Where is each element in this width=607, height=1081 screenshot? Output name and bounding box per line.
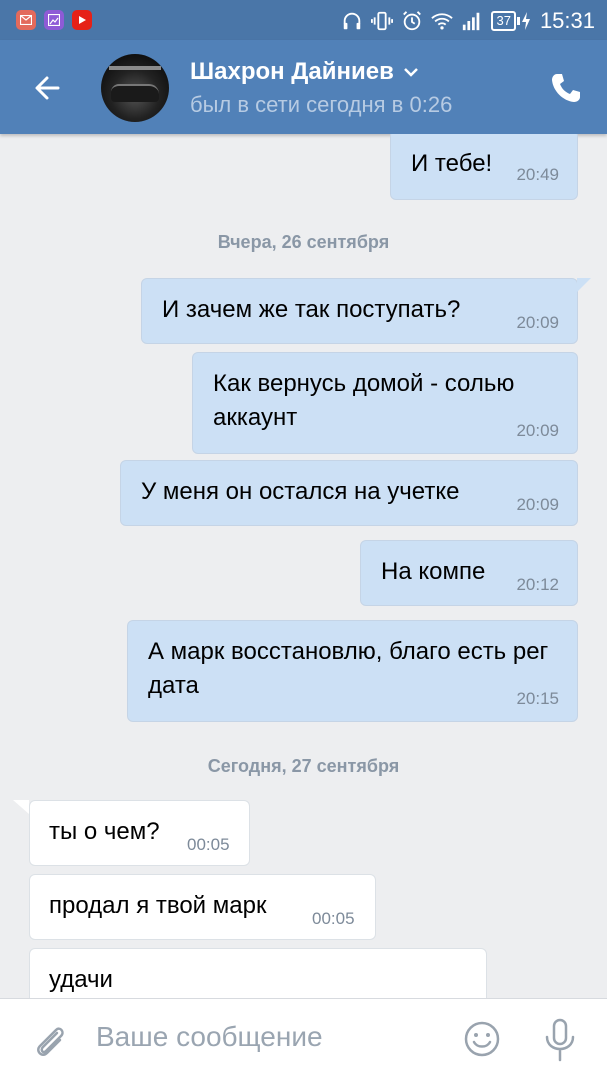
- chat-header: Шахрон Дайниев был в сети сегодня в 0:26: [0, 40, 607, 134]
- message-input[interactable]: Ваше сообщение: [96, 1021, 323, 1053]
- notification-icons: [16, 10, 92, 30]
- vibrate-icon: [371, 11, 394, 31]
- message-text: продал я твой марк: [49, 892, 267, 919]
- message-text: На компе: [381, 558, 486, 585]
- message-bubble-outgoing[interactable]: На компе 20:12: [360, 540, 578, 606]
- clock: 15:31: [539, 8, 595, 33]
- message-bubble-outgoing[interactable]: Как вернусь домой - солью аккаунт 20:09: [192, 352, 578, 454]
- last-seen-status: был в сети сегодня в 0:26: [190, 92, 453, 117]
- contact-name: Шахрон Дайниев: [190, 58, 394, 85]
- emoji-icon[interactable]: [462, 1019, 502, 1059]
- message-text: А марк восстановлю, благо есть рег дата: [148, 638, 549, 699]
- date-separator: Сегодня, 27 сентября: [207, 756, 400, 776]
- message-bubble-outgoing[interactable]: И тебе! 20:49: [390, 134, 578, 200]
- message-time: 00:05: [187, 835, 230, 854]
- message-time: 20:09: [516, 495, 559, 514]
- message-time: 20:49: [516, 165, 559, 184]
- gallery-icon: [44, 10, 64, 30]
- wifi-icon: [431, 13, 454, 30]
- alarm-icon: [403, 11, 422, 31]
- phone-icon[interactable]: [548, 70, 584, 106]
- message-bubble-incoming[interactable]: удачи: [29, 948, 487, 998]
- message-time: 00:05: [312, 909, 355, 928]
- message-composer: Ваше сообщение: [0, 998, 607, 1081]
- battery-level: 37: [491, 11, 516, 31]
- microphone-icon[interactable]: [540, 1017, 580, 1063]
- date-separator: Вчера, 26 сентября: [217, 232, 390, 252]
- message-time: 20:09: [516, 313, 559, 332]
- message-time: 20:12: [516, 575, 559, 594]
- message-text: И тебе!: [411, 150, 493, 177]
- message-text: И зачем же так поступать?: [162, 296, 461, 323]
- charging-icon: [521, 12, 530, 30]
- contact-name-button[interactable]: Шахрон Дайниев: [190, 58, 420, 86]
- signal-icon: [463, 12, 480, 31]
- paperclip-icon[interactable]: [30, 1021, 70, 1061]
- message-time: 20:15: [516, 689, 559, 708]
- youtube-icon: [72, 10, 92, 30]
- message-bubble-incoming[interactable]: ты о чем? 00:05: [29, 800, 250, 866]
- chevron-down-icon: [403, 68, 418, 77]
- message-text: У меня он остался на учетке: [141, 478, 460, 505]
- avatar[interactable]: [101, 54, 169, 122]
- message-bubble-incoming[interactable]: продал я твой марк 00:05: [29, 874, 376, 940]
- mail-icon: [16, 10, 36, 30]
- status-bar: 37 15:31: [0, 0, 607, 40]
- message-list[interactable]: И тебе! 20:49 Вчера, 26 сентября И зачем…: [0, 134, 607, 998]
- headphones-icon: [344, 12, 361, 30]
- message-text: удачи: [49, 966, 113, 993]
- back-arrow-icon[interactable]: [28, 68, 68, 108]
- message-bubble-outgoing[interactable]: А марк восстановлю, благо есть рег дата …: [127, 620, 578, 722]
- message-bubble-outgoing[interactable]: И зачем же так поступать? 20:09: [141, 278, 578, 344]
- battery-indicator: 37: [491, 11, 531, 31]
- message-time: 20:09: [516, 421, 559, 440]
- message-text: ты о чем?: [49, 818, 160, 845]
- message-bubble-outgoing[interactable]: У меня он остался на учетке 20:09: [120, 460, 578, 526]
